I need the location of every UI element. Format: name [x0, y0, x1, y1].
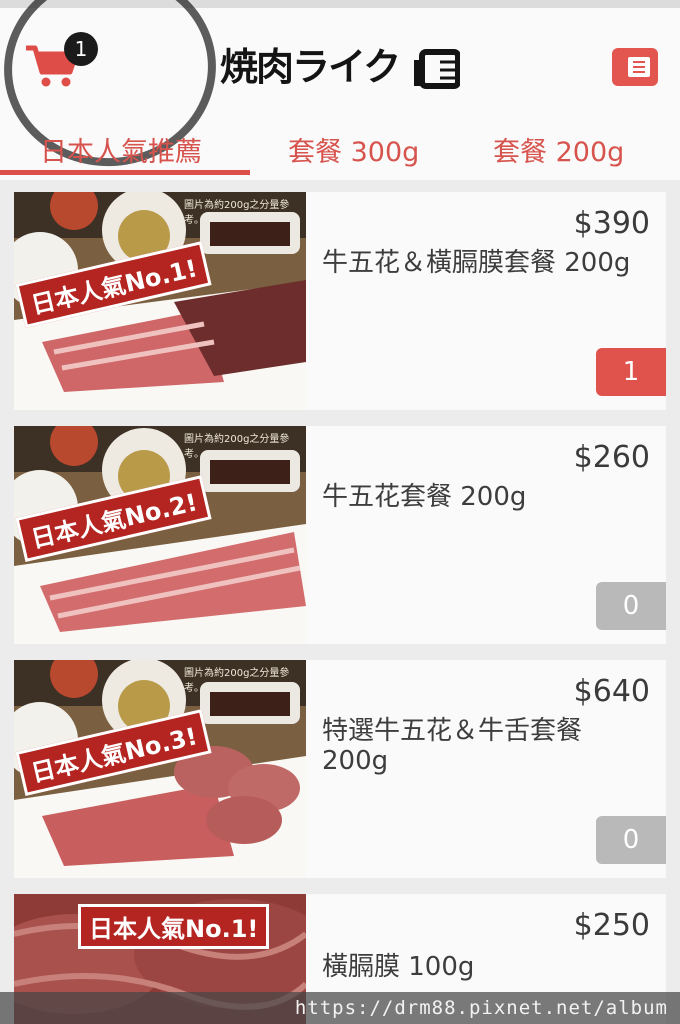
product-card[interactable]: 圖片為約200g之分量參考。 日本人氣No.1! $390 牛五花＆橫膈膜套餐 … [14, 192, 666, 410]
active-tab-indicator [0, 170, 250, 175]
photo-note: 圖片為約200g之分量參考。 [184, 200, 290, 226]
product-card[interactable]: 圖片為約200g之分量參考。 日本人氣No.3! $640 特選牛五花＆牛舌套餐… [14, 660, 666, 878]
app-header: 1 焼肉ライク 日本人氣推薦 套餐 300g 套餐 200g [0, 0, 680, 180]
product-name: 牛五花＆橫膈膜套餐 200g [322, 248, 631, 278]
product-price: $260 [573, 440, 650, 475]
product-name: 牛五花套餐 200g [322, 482, 527, 512]
menu-icon [628, 57, 650, 77]
product-price: $390 [573, 206, 650, 241]
product-photo[interactable]: 圖片為約200g之分量參考。 日本人氣No.3! [14, 660, 306, 878]
photo-note: 圖片為約200g之分量參考。 [184, 668, 290, 694]
thumbs-up-icon [414, 49, 461, 89]
logo-text: 焼肉ライク [220, 45, 399, 89]
product-photo[interactable]: 圖片為約200g之分量參考。 日本人氣No.2! [14, 426, 306, 644]
product-photo[interactable]: 圖片為約200g之分量參考。 日本人氣No.1! [14, 192, 306, 410]
tab-set-200g[interactable]: 套餐 200g [493, 130, 624, 169]
ranking-banner: 日本人氣No.1! [78, 904, 270, 949]
photo-note: 圖片為約200g之分量參考。 [184, 434, 290, 460]
quantity-button[interactable]: 0 [596, 816, 666, 864]
quantity-button[interactable]: 0 [596, 582, 666, 630]
brand-logo[interactable]: 焼肉ライク [220, 40, 461, 94]
tab-japan-popular[interactable]: 日本人氣推薦 [40, 130, 202, 169]
menu-button[interactable] [612, 48, 658, 86]
product-name: 橫膈膜 100g [322, 952, 475, 982]
product-name: 特選牛五花＆牛舌套餐 200g [322, 716, 583, 776]
quantity-button[interactable]: 1 [596, 348, 666, 396]
product-price: $640 [573, 674, 650, 709]
product-card[interactable]: 圖片為約200g之分量參考。 日本人氣No.2! $260 牛五花套餐 200g… [14, 426, 666, 644]
product-price: $250 [573, 908, 650, 943]
tab-set-300g[interactable]: 套餐 300g [288, 130, 419, 169]
watermark-url: https://drm88.pixnet.net/album [0, 992, 680, 1024]
